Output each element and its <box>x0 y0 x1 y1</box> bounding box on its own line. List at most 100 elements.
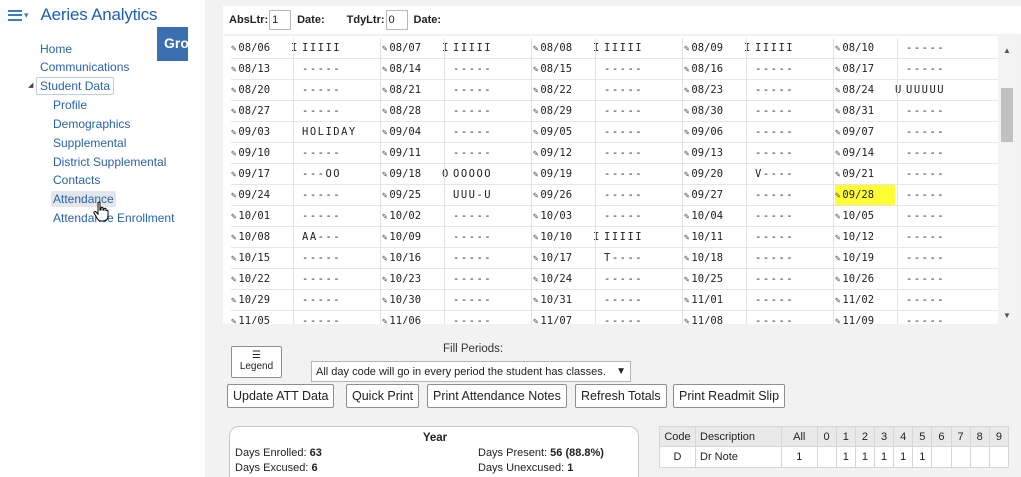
legend-button[interactable]: ☰ Legend <box>231 346 282 378</box>
period-codes[interactable]: ----- <box>897 185 987 205</box>
scroll-thumb[interactable] <box>1001 88 1013 142</box>
fill-periods-select[interactable]: All day code will go in every period the… <box>311 361 631 382</box>
period-codes[interactable]: ----- <box>746 122 836 142</box>
note-icon[interactable]: ✎ <box>382 254 387 264</box>
period-codes[interactable]: ----- <box>897 164 987 184</box>
period-codes[interactable]: ----- <box>293 80 383 100</box>
day-date[interactable]: ✎ 11/01 <box>684 290 744 310</box>
note-icon[interactable]: ✎ <box>382 233 387 243</box>
note-icon[interactable]: ✎ <box>835 233 840 243</box>
note-icon[interactable]: ✎ <box>231 44 236 54</box>
day-date[interactable]: ✎ 09/18 <box>382 164 442 184</box>
note-icon[interactable]: ✎ <box>231 170 236 180</box>
note-icon[interactable]: ✎ <box>684 233 689 243</box>
period-codes[interactable]: ----- <box>444 290 534 310</box>
day-date[interactable]: ✎ 09/28 <box>835 185 895 205</box>
note-icon[interactable]: ✎ <box>684 44 689 54</box>
day-date[interactable]: ✎ 10/26 <box>835 269 895 289</box>
day-date[interactable]: ✎ 09/25 <box>382 185 442 205</box>
note-icon[interactable]: ✎ <box>231 296 236 306</box>
period-codes[interactable]: ----- <box>897 122 987 142</box>
day-date[interactable]: ✎ 08/24 <box>835 80 895 100</box>
day-date[interactable]: ✎ 09/11 <box>382 143 442 163</box>
note-icon[interactable]: ✎ <box>533 317 538 324</box>
day-date[interactable]: ✎ 08/15 <box>533 59 593 79</box>
day-date[interactable]: ✎ 11/07 <box>533 311 593 324</box>
day-date[interactable]: ✎ 09/03 <box>231 122 291 142</box>
note-icon[interactable]: ✎ <box>684 212 689 222</box>
period-codes[interactable]: ----- <box>595 269 685 289</box>
day-date[interactable]: ✎ 10/15 <box>231 248 291 268</box>
day-date[interactable]: ✎ 08/10 <box>835 38 895 58</box>
period-codes[interactable]: ----- <box>595 311 685 324</box>
period-codes[interactable]: OOOOO <box>444 164 534 184</box>
period-codes[interactable]: IIIII <box>595 38 685 58</box>
period-codes[interactable]: ----- <box>897 227 987 247</box>
period-codes[interactable]: ----- <box>444 80 534 100</box>
day-date[interactable]: ✎ 10/11 <box>684 227 744 247</box>
period-codes[interactable]: V---- <box>746 164 836 184</box>
day-date[interactable]: ✎ 09/27 <box>684 185 744 205</box>
note-icon[interactable]: ✎ <box>231 275 236 285</box>
note-icon[interactable]: ✎ <box>533 233 538 243</box>
day-date[interactable]: ✎ 10/08 <box>231 227 291 247</box>
calendar-scrollbar[interactable]: ▲ ▼ <box>998 36 1017 324</box>
note-icon[interactable]: ✎ <box>684 191 689 201</box>
period-codes[interactable]: ----- <box>444 59 534 79</box>
period-codes[interactable]: ----- <box>746 206 836 226</box>
period-codes[interactable]: IIIII <box>746 38 836 58</box>
period-codes[interactable]: IIIII <box>595 227 685 247</box>
period-codes[interactable]: ----- <box>746 227 836 247</box>
day-date[interactable]: ✎ 08/31 <box>835 101 895 121</box>
note-icon[interactable]: ✎ <box>684 254 689 264</box>
period-codes[interactable]: ----- <box>293 269 383 289</box>
period-codes[interactable]: ----- <box>444 311 534 324</box>
period-codes[interactable]: ----- <box>444 227 534 247</box>
collapse-arrow-icon[interactable]: ◢ <box>28 81 33 89</box>
period-codes[interactable]: UUUUU <box>897 80 987 100</box>
day-date[interactable]: ✎ 10/17 <box>533 248 593 268</box>
period-codes[interactable]: ----- <box>293 185 383 205</box>
period-codes[interactable]: ----- <box>444 101 534 121</box>
day-date[interactable]: ✎ 11/06 <box>382 311 442 324</box>
period-codes[interactable]: ----- <box>595 185 685 205</box>
period-codes[interactable]: ----- <box>746 290 836 310</box>
period-codes[interactable]: ----- <box>897 311 987 324</box>
period-codes[interactable]: IIIII <box>293 38 383 58</box>
day-date[interactable]: ✎ 09/07 <box>835 122 895 142</box>
day-date[interactable]: ✎ 09/12 <box>533 143 593 163</box>
period-codes[interactable]: ----- <box>293 206 383 226</box>
day-date[interactable]: ✎ 09/05 <box>533 122 593 142</box>
day-date[interactable]: ✎ 11/09 <box>835 311 895 324</box>
day-date[interactable]: ✎ 10/29 <box>231 290 291 310</box>
day-date[interactable]: ✎ 08/07 <box>382 38 442 58</box>
update-att-data-button[interactable]: Update ATT Data <box>227 384 335 408</box>
note-icon[interactable]: ✎ <box>382 275 387 285</box>
day-date[interactable]: ✎ 09/20 <box>684 164 744 184</box>
note-icon[interactable]: ✎ <box>231 65 236 75</box>
period-codes[interactable]: ----- <box>595 122 685 142</box>
day-date[interactable]: ✎ 10/03 <box>533 206 593 226</box>
day-date[interactable]: ✎ 10/05 <box>835 206 895 226</box>
period-codes[interactable]: ----- <box>293 143 383 163</box>
note-icon[interactable]: ✎ <box>835 170 840 180</box>
period-codes[interactable]: ----- <box>595 59 685 79</box>
note-icon[interactable]: ✎ <box>533 254 538 264</box>
note-icon[interactable]: ✎ <box>231 128 236 138</box>
day-date[interactable]: ✎ 09/19 <box>533 164 593 184</box>
note-icon[interactable]: ✎ <box>533 149 538 159</box>
nav-item-attendance-enrollment[interactable]: Attendance Enrollment <box>53 211 174 225</box>
period-codes[interactable]: ----- <box>595 164 685 184</box>
day-date[interactable]: ✎ 10/16 <box>382 248 442 268</box>
day-date[interactable]: ✎ 11/08 <box>684 311 744 324</box>
note-icon[interactable]: ✎ <box>684 275 689 285</box>
note-icon[interactable]: ✎ <box>684 149 689 159</box>
note-icon[interactable]: ✎ <box>382 128 387 138</box>
note-icon[interactable]: ✎ <box>533 128 538 138</box>
group-tab[interactable]: Gro <box>157 27 188 61</box>
period-codes[interactable]: ----- <box>444 122 534 142</box>
period-codes[interactable]: ----- <box>746 311 836 324</box>
day-date[interactable]: ✎ 08/21 <box>382 80 442 100</box>
day-date[interactable]: ✎ 09/14 <box>835 143 895 163</box>
period-codes[interactable]: UUU-U <box>444 185 534 205</box>
